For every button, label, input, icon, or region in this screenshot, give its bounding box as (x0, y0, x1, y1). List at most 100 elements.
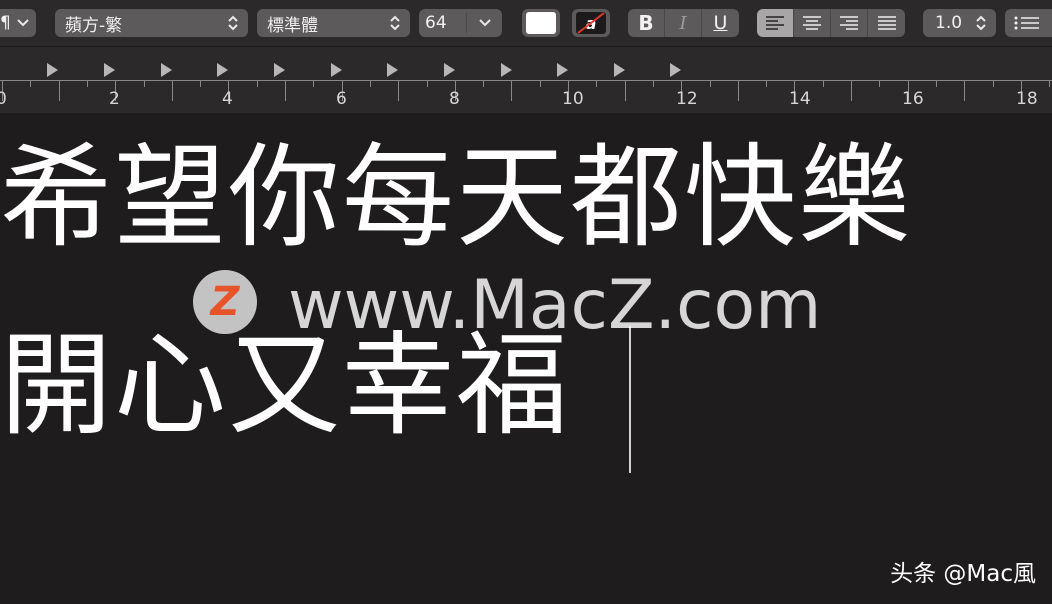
ruler-tick (30, 81, 32, 87)
font-style-value: 標準體 (267, 15, 318, 36)
font-family-popup[interactable]: 蘋方-繁 (55, 9, 248, 37)
watermark-text: www.MacZ.com (288, 266, 822, 345)
format-toolbar: ¶ 蘋方-繁 標準體 64 a (0, 0, 1052, 47)
tab-stop-marker[interactable] (557, 63, 568, 77)
text-color-well[interactable] (522, 9, 560, 37)
ruler-tick (143, 81, 145, 87)
ruler-tick (511, 81, 513, 101)
tab-stop-marker[interactable] (387, 63, 398, 77)
bullet-list-icon (1014, 16, 1039, 30)
align-left-icon (766, 16, 784, 30)
ruler-tick (426, 81, 428, 87)
watermark-logo: Z (193, 270, 257, 334)
document-canvas[interactable]: 希望你每天都快樂 開心又幸福 Z www.MacZ.com 头条 @Mac風 (0, 114, 1052, 604)
align-right-icon (840, 16, 858, 30)
ruler-tick (200, 81, 202, 87)
font-style-popup[interactable]: 標準體 (257, 9, 410, 37)
font-family-value: 蘋方-繁 (65, 15, 123, 36)
ruler-tick (935, 81, 937, 87)
align-left-button[interactable] (757, 9, 794, 37)
italic-button[interactable]: I (665, 9, 702, 37)
ruler-label: 14 (789, 89, 811, 109)
ruler-label: 8 (449, 89, 460, 109)
text-style-group: B I U (628, 9, 739, 37)
text-line-1: 希望你每天都快樂 (0, 133, 912, 263)
ruler-tick (369, 81, 371, 87)
highlight-color-well[interactable]: a (572, 9, 610, 37)
ruler-tick (398, 81, 400, 101)
ruler-label: 4 (222, 89, 233, 109)
up-down-chevron-icon (226, 9, 240, 37)
tab-stop-marker[interactable] (47, 63, 58, 77)
paragraph-style-popup[interactable]: ¶ (0, 9, 36, 37)
ruler-label: 6 (336, 89, 347, 109)
justify-button[interactable] (868, 9, 905, 37)
ruler-tick (58, 81, 60, 101)
tab-stop-marker[interactable] (274, 63, 285, 77)
underline-button[interactable]: U (702, 9, 739, 37)
tab-stop-marker[interactable] (614, 63, 625, 77)
ruler-tick (879, 81, 881, 87)
italic-label: I (679, 12, 687, 34)
ruler-tick (992, 81, 994, 87)
list-style-popup[interactable] (1005, 9, 1052, 37)
chevron-down-icon (16, 9, 30, 37)
ruler-label: 18 (1016, 89, 1038, 109)
align-center-button[interactable] (794, 9, 831, 37)
alignment-group (757, 9, 905, 37)
text-caret (629, 326, 631, 473)
tab-stop-marker[interactable] (331, 63, 342, 77)
tab-stop-marker[interactable] (161, 63, 172, 77)
ruler-tick (851, 81, 852, 101)
line-spacing-popup[interactable]: 1.0 (923, 9, 996, 37)
ruler-baseline (0, 80, 1052, 81)
font-size-combo[interactable]: 64 (419, 9, 502, 37)
align-right-button[interactable] (831, 9, 868, 37)
ruler-label: 0 (0, 89, 7, 109)
ruler-tick (1049, 81, 1051, 87)
text-line-2: 開心又幸福 (0, 321, 570, 451)
ruler-tick (652, 81, 654, 87)
bold-button[interactable]: B (628, 9, 665, 37)
chevron-down-icon[interactable] (478, 9, 492, 37)
ruler-label: 16 (902, 89, 924, 109)
ruler-tick (313, 81, 315, 87)
align-center-icon (803, 16, 821, 30)
ruler-tick (766, 81, 768, 87)
up-down-chevron-icon (974, 9, 988, 37)
line-spacing-value: 1.0 (935, 13, 963, 33)
ruler: 0 2 4 6 8 10 12 14 16 18 (0, 47, 1052, 113)
tab-stop-marker[interactable] (501, 63, 512, 77)
ruler-label: 12 (676, 89, 698, 109)
up-down-chevron-icon (388, 9, 402, 37)
ruler-tick (737, 81, 739, 101)
ruler-tick (171, 81, 173, 101)
highlight-swatch: a (576, 12, 606, 34)
tab-stop-marker[interactable] (217, 63, 228, 77)
ruler-tick (822, 81, 824, 87)
source-credit: 头条 @Mac風 (890, 561, 1036, 587)
underline-label: U (713, 12, 728, 34)
no-color-slash-icon (577, 12, 605, 34)
pilcrow-icon: ¶ (0, 13, 11, 33)
justify-icon (877, 16, 896, 30)
ruler-tick (964, 81, 966, 101)
font-size-divider (466, 13, 467, 33)
ruler-label: 2 (109, 89, 120, 109)
tab-stop-marker[interactable] (444, 63, 455, 77)
ruler-label: 10 (562, 89, 584, 109)
text-color-swatch (526, 12, 556, 34)
watermark-logo-letter: Z (210, 279, 240, 325)
ruler-tick (539, 81, 541, 87)
ruler-tick (596, 81, 598, 87)
ruler-tick (256, 81, 258, 87)
ruler-tick (483, 81, 485, 87)
ruler-tick (624, 81, 626, 101)
tab-stop-marker[interactable] (104, 63, 115, 77)
ruler-tick (709, 81, 711, 87)
bold-label: B (638, 11, 654, 35)
ruler-tick (285, 81, 286, 101)
font-size-value: 64 (425, 13, 447, 33)
ruler-tick (86, 81, 88, 87)
tab-stop-marker[interactable] (670, 63, 681, 77)
